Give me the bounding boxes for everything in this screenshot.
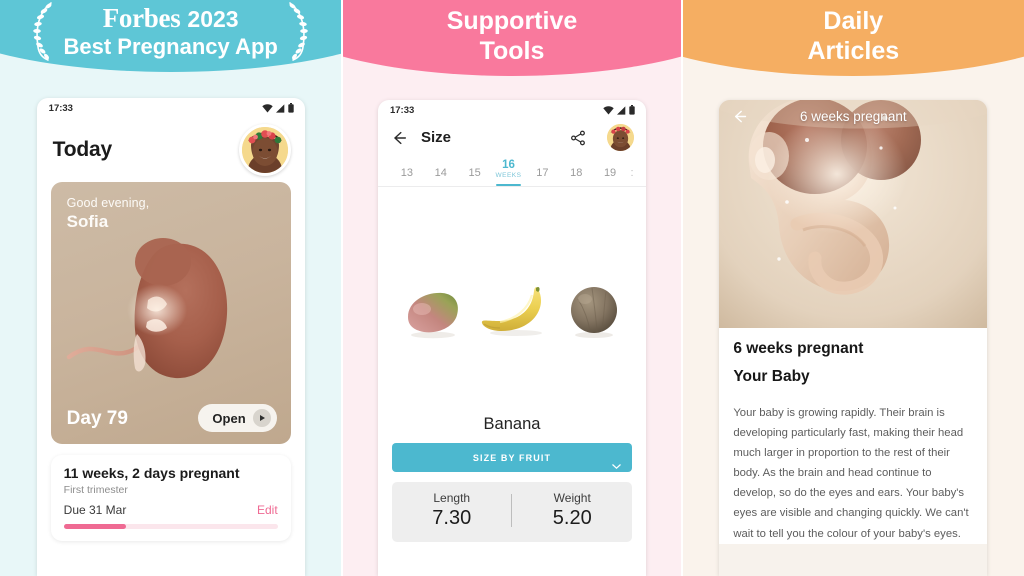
battery-icon bbox=[629, 105, 635, 115]
pregnancy-headline: 11 weeks, 2 days pregnant bbox=[63, 465, 240, 481]
signal-icon bbox=[276, 103, 285, 113]
pregnancy-info-card[interactable]: 11 weeks, 2 days pregnant First trimeste… bbox=[50, 455, 291, 541]
chevron-down-icon bbox=[612, 456, 621, 474]
fruit-name-label: Banana bbox=[377, 413, 646, 443]
week-tab-number: 15 bbox=[468, 167, 481, 179]
app-bar: Size bbox=[378, 120, 646, 155]
fruit-mango bbox=[402, 287, 464, 339]
week-tab-14[interactable]: 14 bbox=[424, 167, 458, 186]
fruit-comparison-area bbox=[377, 187, 646, 413]
metric-weight-label: Weight bbox=[553, 491, 591, 505]
article-hero-title: 6 weeks pregnant bbox=[800, 108, 907, 124]
week-tab-19[interactable]: 19 bbox=[593, 167, 627, 186]
week-tab-number: 19 bbox=[603, 167, 617, 179]
metric-length-value: 7.30 bbox=[432, 507, 472, 529]
open-button[interactable]: Open bbox=[198, 404, 277, 432]
forbes-year: 2023 bbox=[187, 5, 239, 32]
battery-icon bbox=[287, 103, 294, 113]
forbes-brand: Forbes bbox=[102, 2, 181, 33]
metric-length-label: Length bbox=[433, 491, 471, 505]
phone-mockup-today: 17:33 Today Good evening, Sofia Day 79 O… bbox=[36, 98, 305, 576]
week-tab-overflow[interactable]: : bbox=[627, 167, 637, 186]
fruit-banana bbox=[476, 283, 554, 339]
status-bar: 17:33 bbox=[37, 98, 305, 118]
metric-length: Length 7.30 bbox=[392, 491, 512, 530]
fetus-illustration bbox=[719, 100, 988, 328]
app-bar-title: Size bbox=[420, 129, 451, 146]
metric-weight: Weight 5.20 bbox=[512, 491, 632, 530]
pregnancy-progress-fill bbox=[63, 524, 126, 529]
forbes-award-line: Best Pregnancy App bbox=[63, 33, 278, 59]
banner-title-line1: Daily bbox=[823, 7, 884, 35]
wifi-icon bbox=[603, 105, 614, 114]
article-top-bar: 6 weeks pregnant bbox=[719, 102, 987, 130]
pregnancy-progress-bar bbox=[63, 524, 278, 529]
back-arrow-icon[interactable] bbox=[390, 129, 408, 147]
week-tab-number: 13 bbox=[400, 167, 414, 179]
week-tab-number: 14 bbox=[434, 167, 447, 179]
laurel-right-icon bbox=[289, 2, 308, 61]
week-tab-number: 18 bbox=[570, 167, 583, 179]
banner-forbes-award: Forbes 2023 Best Pregnancy App bbox=[0, 0, 342, 72]
greeting-text: Good evening, bbox=[66, 196, 150, 210]
panel-supportive-tools: Supportive Tools 17:33 Size 13 14 15 16 … bbox=[341, 0, 683, 576]
user-name: Sofia bbox=[66, 212, 109, 231]
week-tab-16[interactable]: 16 WEEKS bbox=[492, 159, 526, 186]
phone-mockup-article: 17:32 bbox=[719, 100, 988, 576]
article-subheading: Your Baby bbox=[733, 368, 810, 385]
status-time: 17:33 bbox=[48, 102, 73, 114]
phone-mockup-size: 17:33 Size 13 14 15 16 WEEKS 17 18 19: … bbox=[377, 100, 646, 576]
banner-daily-articles: Daily Articles bbox=[682, 0, 1024, 76]
play-icon bbox=[252, 409, 271, 427]
status-time: 17:33 bbox=[389, 104, 415, 116]
week-tab-18[interactable]: 18 bbox=[559, 167, 593, 186]
week-tab-13[interactable]: 13 bbox=[390, 167, 424, 186]
open-button-label: Open bbox=[212, 410, 246, 426]
article-paragraph: Your baby is growing rapidly. Their brai… bbox=[733, 407, 969, 540]
avatar[interactable] bbox=[606, 124, 634, 151]
metric-weight-value: 5.20 bbox=[552, 507, 592, 529]
size-by-fruit-dropdown[interactable]: SIZE BY FRUIT bbox=[391, 443, 632, 474]
page-title: Today bbox=[52, 138, 112, 161]
panel-daily-articles: Daily Articles 6 weeks pregnant 6 weeks … bbox=[682, 0, 1024, 576]
fruit-coconut bbox=[566, 283, 622, 339]
panel-forbes-today: Forbes 2023 Best Pregnancy App 17:33 Tod… bbox=[0, 0, 342, 576]
banner-title-line2: Tools bbox=[479, 37, 545, 65]
article-heading: 6 weeks pregnant bbox=[733, 340, 864, 357]
trimester-label: First trimester bbox=[63, 484, 128, 496]
today-hero-card[interactable]: Good evening, Sofia Day 79 Open bbox=[50, 182, 291, 444]
week-tab-number: 17 bbox=[536, 167, 549, 179]
wifi-icon bbox=[261, 103, 273, 112]
article-hero-image: 17:32 bbox=[719, 100, 988, 328]
week-tab-15[interactable]: 15 bbox=[458, 167, 492, 186]
week-tab-17[interactable]: 17 bbox=[525, 167, 559, 186]
banner-supportive-tools: Supportive Tools bbox=[343, 0, 681, 76]
week-selector[interactable]: 13 14 15 16 WEEKS 17 18 19: bbox=[377, 155, 646, 187]
week-tab-number: 16 bbox=[502, 159, 515, 171]
banner-title-line2: Articles bbox=[807, 37, 900, 65]
status-bar: 17:33 bbox=[378, 100, 646, 120]
measurements-panel: Length 7.30 Weight 5.20 bbox=[391, 482, 632, 542]
signal-icon bbox=[617, 105, 626, 115]
edit-link[interactable]: Edit bbox=[257, 503, 278, 517]
week-tab-sublabel: WEEKS bbox=[495, 172, 522, 179]
share-icon[interactable] bbox=[570, 130, 586, 146]
laurel-left-icon bbox=[33, 2, 53, 61]
avatar[interactable] bbox=[238, 124, 291, 176]
article-body: 6 weeks pregnant Your Baby Your baby is … bbox=[719, 328, 988, 544]
due-date: Due 31 Mar bbox=[63, 503, 127, 517]
size-by-fruit-label: SIZE BY FRUIT bbox=[472, 452, 552, 463]
screenshot-stage: Forbes 2023 Best Pregnancy App 17:33 Tod… bbox=[0, 0, 1024, 576]
banner-title-line1: Supportive bbox=[446, 7, 578, 35]
day-counter: Day 79 bbox=[66, 408, 128, 429]
